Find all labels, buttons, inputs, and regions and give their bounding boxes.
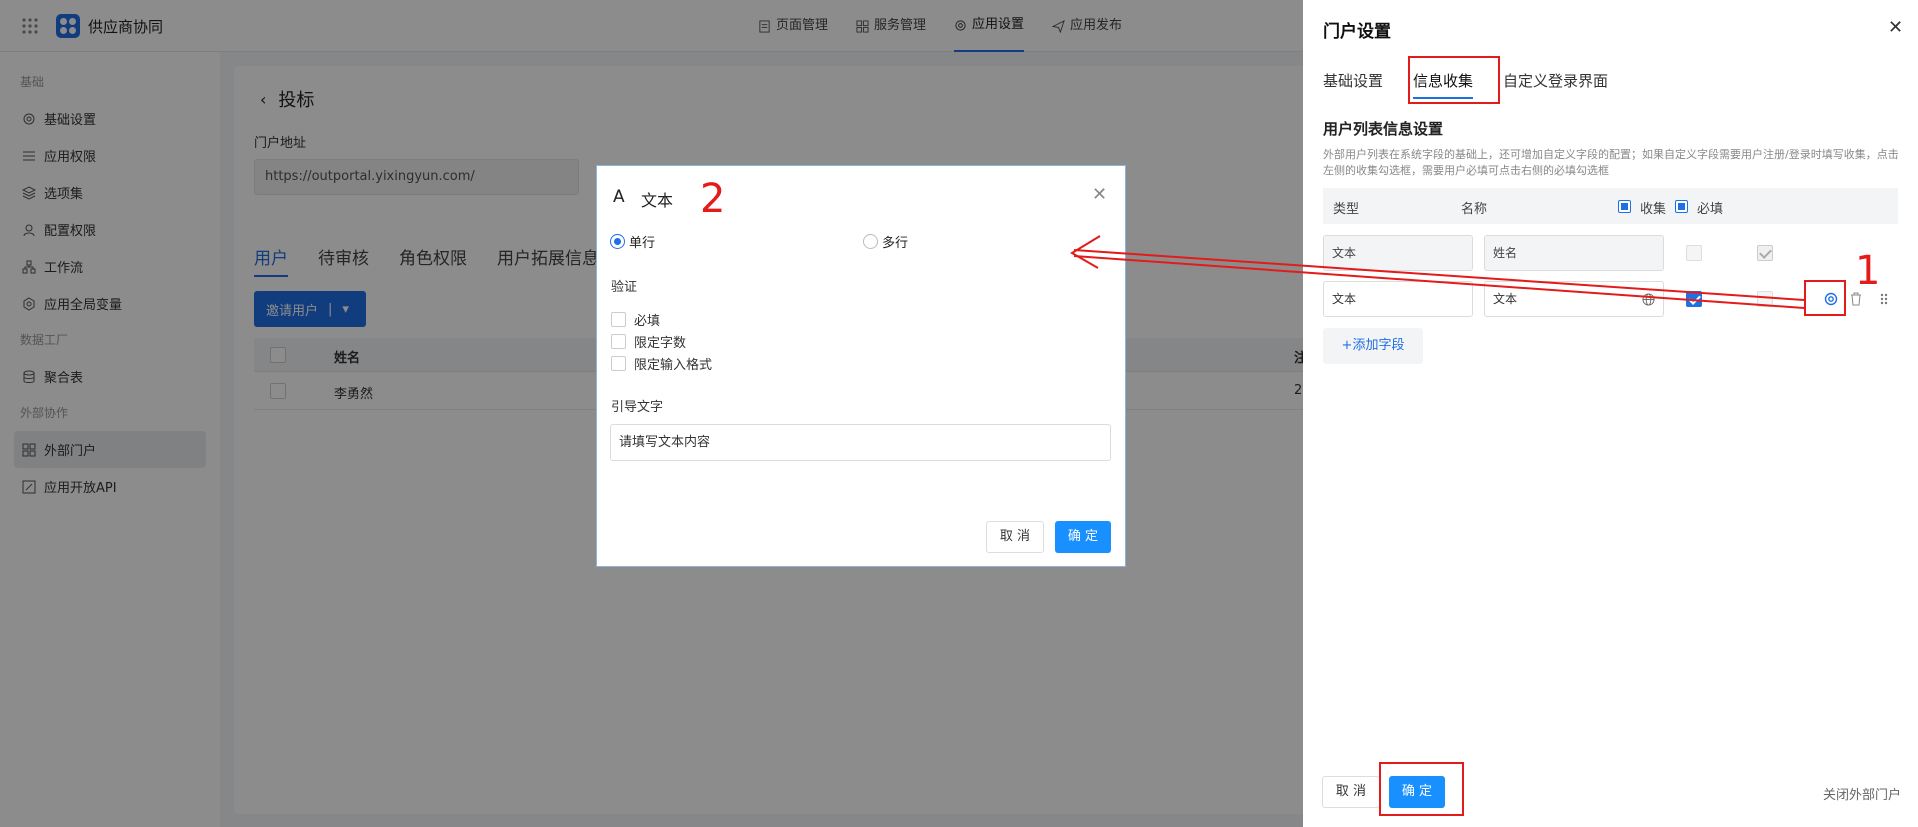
column-header-collect: 收集 [1640,202,1667,217]
checkbox[interactable] [611,334,626,349]
validation-label: 验证 [611,280,638,295]
collect-checkbox [1686,245,1702,261]
fields-table-header: 类型 名称 收集 必填 [1323,188,1898,224]
check-required[interactable]: 必填 [611,310,660,329]
check-limit-length[interactable]: 限定字数 [611,332,686,351]
field-name: 姓名 [1484,235,1664,271]
dialog-confirm-button[interactable]: 确 定 [1055,521,1111,553]
field-type[interactable]: 文本 [1323,281,1473,317]
add-field-button[interactable]: +添加字段 [1323,328,1423,364]
column-header-name: 名称 [1461,202,1488,217]
dialog-title: 文本 [641,191,674,210]
portal-settings-drawer: 门户设置 ✕ 基础设置 信息收集 自定义登录界面 用户列表信息设置 外部用户列表… [1303,0,1918,827]
checkbox[interactable] [611,312,626,327]
text-field-settings-dialog: A 文本 ✕ 单行 多行 验证 必填 限定字数 限定输入格式 引导文字 请填写文… [596,165,1126,567]
drawer-tabs: 基础设置 信息收集 自定义登录界面 [1323,70,1608,99]
radio-multi-line[interactable]: 多行 [863,232,908,251]
drawer-confirm-button[interactable]: 确 定 [1389,776,1445,808]
column-header-required: 必填 [1697,202,1724,217]
checkbox[interactable] [611,356,626,371]
guide-text-label: 引导文字 [611,400,664,415]
close-icon[interactable]: ✕ [1092,184,1107,205]
required-all-checkbox[interactable] [1675,200,1688,213]
text-type-icon: A [613,187,625,207]
radio-dot [863,234,878,249]
dialog-cancel-button[interactable]: 取 消 [986,521,1044,553]
guide-text-input[interactable]: 请填写文本内容 [610,424,1111,461]
radio-dot [610,234,625,249]
collect-all-checkbox[interactable] [1618,200,1631,213]
section-description: 外部用户列表在系统字段的基础上，还可增加自定义字段的配置；如果自定义字段需要用户… [1323,148,1899,177]
annotation-number-2: 2 [700,176,726,222]
field-name-input[interactable]: 文本 [1484,281,1664,317]
annotation-number-1: 1 [1855,248,1881,294]
section-title: 用户列表信息设置 [1323,120,1444,138]
close-icon[interactable]: ✕ [1888,17,1903,38]
tab-info-collection[interactable]: 信息收集 [1413,70,1474,99]
settings-gear-icon[interactable] [1823,291,1839,307]
collect-checkbox[interactable] [1686,291,1702,307]
field-type: 文本 [1323,235,1473,271]
drawer-title: 门户设置 [1323,22,1391,42]
tab-basic-settings[interactable]: 基础设置 [1323,70,1383,99]
drawer-cancel-button[interactable]: 取 消 [1322,776,1380,808]
trash-icon[interactable] [1849,292,1863,306]
drag-handle-icon[interactable] [1879,292,1889,306]
required-checkbox[interactable] [1757,291,1773,307]
globe-icon[interactable] [1642,293,1655,306]
radio-single-line[interactable]: 单行 [610,232,655,251]
check-limit-format[interactable]: 限定输入格式 [611,354,712,373]
column-header-type: 类型 [1333,202,1360,217]
close-external-portal-link[interactable]: 关闭外部门户 [1823,784,1901,803]
tab-custom-login[interactable]: 自定义登录界面 [1503,70,1608,99]
required-checkbox [1757,245,1773,261]
